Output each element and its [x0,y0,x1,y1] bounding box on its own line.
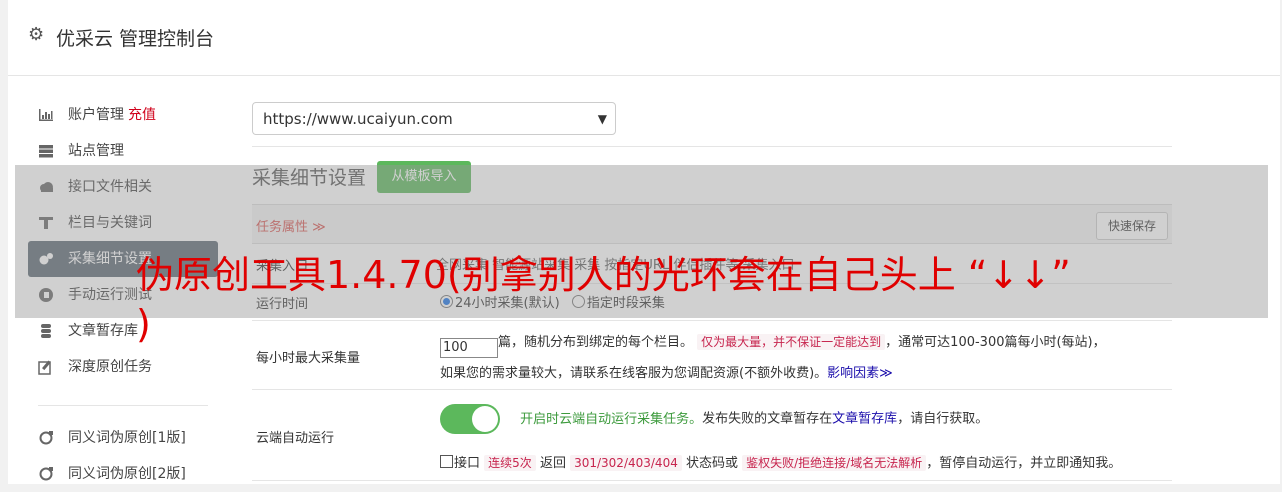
max-per-hour-row: 每小时最大采集量 100 篇，随机分布到绑定的每个栏目。 仅为最大量，并不保证一定… [252,321,1172,390]
cloud-run-toggle[interactable] [440,404,500,434]
sidebar-item-deep-original[interactable]: 深度原创任务 [28,349,218,385]
refresh-icon [39,467,53,481]
edit-icon [38,360,51,375]
cloud-text1: 开启时云端自动运行采集任务。 [520,411,703,427]
cloud-text4: 返回 [539,456,566,471]
cloud-line2: 接口 连续5次 返回 301/302/403/404 状态码或 鉴权失败/拒绝连… [440,452,1121,471]
gear-icon: ⚙ [28,24,45,45]
sidebar-item-synonym-v2[interactable]: 同义词伪原创[2版] [28,456,218,492]
site-select[interactable]: https://www.ucaiyun.com ▼ [252,102,616,135]
max-per-hour-input[interactable]: 100 [440,338,498,358]
site-select-value: https://www.ucaiyun.com [263,110,453,128]
refresh-icon [39,431,53,445]
sidebar-item-label: 同义词伪原创[1版] [68,430,186,446]
cloud-text5: 状态码或 [685,456,738,471]
tag-status-codes: 301/302/403/404 [570,455,682,471]
cloud-text3: ，请自行获取。 [897,411,989,427]
cloud-label: 云端自动运行 [256,431,335,446]
sidebar-item-label: 深度原创任务 [68,359,152,375]
watermark-line2: ) [136,302,151,346]
sidebar-item-label: 站点管理 [68,143,124,159]
page-title: 优采云 管理控制台 [56,28,215,50]
max-label: 每小时最大采集量 [256,351,361,366]
sidebar-item-article-store[interactable]: 文章暂存库 [28,313,218,349]
sidebar-item-label: 同义词伪原创[2版] [68,466,186,482]
recharge-link[interactable]: 充值 [128,107,156,123]
pause-checkbox[interactable] [440,455,453,468]
max-line1: 100 篇，随机分布到绑定的每个栏目。 仅为最大量，并不保证一定能达到 ，通常可达1… [440,331,1106,358]
cloud-run-row: 云端自动运行 开启时云端自动运行采集任务。发布失败的文章暂存在文章暂存库，请自行… [252,390,1172,481]
sidebar-item-label: 文章暂存库 [68,323,138,339]
cloud-text6: ，暂停自动运行，并立即通知我。 [926,456,1122,471]
cloud-line1: 开启时云端自动运行采集任务。发布失败的文章暂存在文章暂存库，请自行获取。 [440,404,988,434]
article-store-link[interactable]: 文章暂存库 [832,412,897,427]
bar-chart-icon [39,109,53,121]
max-text2: ，通常可达100-300篇每小时(每站)， [885,335,1106,350]
sidebar-item-label: 账户管理 [68,107,124,123]
max-tag: 仅为最大量，并不保证一定能达到 [697,334,886,350]
divider [252,146,1172,147]
cb-label: 接口 [454,456,481,471]
tag-auth-fail: 鉴权失败/拒绝连接/域名无法解析 [742,455,927,471]
max-text1: 篇，随机分布到绑定的每个栏目。 [498,335,694,350]
sidebar-divider [38,385,208,406]
cloud-text2: 发布失败的文章暂存在 [702,411,833,427]
server-icon [39,145,53,158]
database-icon [41,324,51,338]
sidebar-item-sites[interactable]: 站点管理 [28,133,218,169]
watermark-line1: 伪原创工具1.4.70(别拿别人的光环套在自己头上 “↓↓” [136,253,1071,297]
max-text3: 如果您的需求量较大，请联系在线客服为您调配资源(不额外收费)。 [440,366,828,381]
sidebar-item-account[interactable]: 账户管理 充值 [28,97,218,133]
chevron-down-icon: ▼ [597,112,607,126]
title-bar: ⚙ 优采云 管理控制台 [8,0,1280,76]
max-line2: 如果您的需求量较大，请联系在线客服为您调配资源(不额外收费)。影响因素≫ [440,362,893,381]
factors-link[interactable]: 影响因素≫ [827,366,893,381]
sidebar-item-synonym-v1[interactable]: 同义词伪原创[1版] [28,420,218,456]
tag-5times: 连续5次 [484,455,536,471]
